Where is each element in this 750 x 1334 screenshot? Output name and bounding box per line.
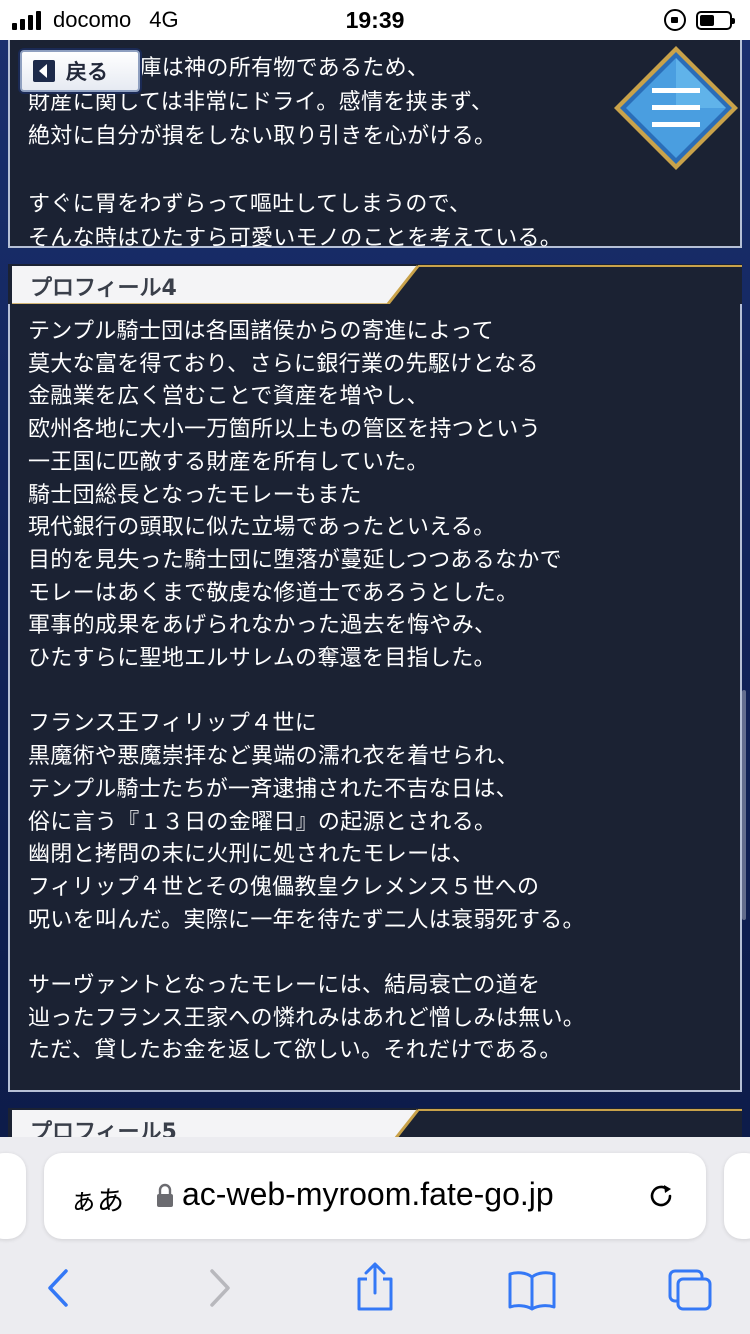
status-bar: docomo 4G 19:39 — [0, 0, 750, 40]
web-content[interactable]: 騎士団の金庫は神の所有物であるため、 財産に関しては非常にドライ。感情を挟まず、… — [0, 40, 750, 1137]
back-button-label: 戻る — [66, 60, 108, 84]
profile5-title: プロフィール5 — [30, 1120, 177, 1137]
status-right — [664, 9, 735, 31]
lock-icon — [157, 1183, 173, 1207]
reload-icon[interactable] — [644, 1179, 678, 1213]
back-nav-icon[interactable] — [42, 1267, 74, 1309]
url-text: ac-web-myroom.fate-go.jp — [182, 1176, 554, 1212]
rotation-lock-icon — [664, 9, 686, 31]
previous-tab-pill[interactable] — [0, 1153, 26, 1239]
profile4-title: プロフィール4 — [30, 276, 177, 301]
profile4-panel: テンプル騎士団は各国諸侯からの寄進によって 莫大な富を得ており、さらに銀行業の先… — [8, 304, 742, 1092]
back-arrow-icon — [33, 60, 55, 82]
next-tab-pill[interactable] — [724, 1153, 750, 1239]
text-size-button[interactable]: ぁあ — [70, 1179, 124, 1218]
address-bar[interactable]: ぁあ ac-web-myroom.fate-go.jp — [44, 1153, 706, 1239]
profile4-text: テンプル騎士団は各国諸侯からの寄進によって 莫大な富を得ており、さらに銀行業の先… — [28, 319, 586, 1064]
browser-toolbar: ぁあ ac-web-myroom.fate-go.jp — [0, 1137, 750, 1334]
profile5-title-bar: プロフィール5 — [8, 1108, 742, 1137]
back-button[interactable]: 戻る — [20, 50, 140, 92]
tabs-icon[interactable] — [666, 1267, 714, 1313]
bookmarks-icon[interactable] — [506, 1269, 558, 1311]
share-icon[interactable] — [352, 1261, 398, 1313]
menu-icon[interactable] — [612, 44, 740, 172]
clock: 19:39 — [345, 7, 405, 33]
forward-nav-icon[interactable] — [204, 1267, 236, 1309]
battery-icon — [696, 10, 735, 30]
profile4-title-bar: プロフィール4 — [8, 264, 742, 306]
scrollbar[interactable] — [742, 690, 746, 920]
